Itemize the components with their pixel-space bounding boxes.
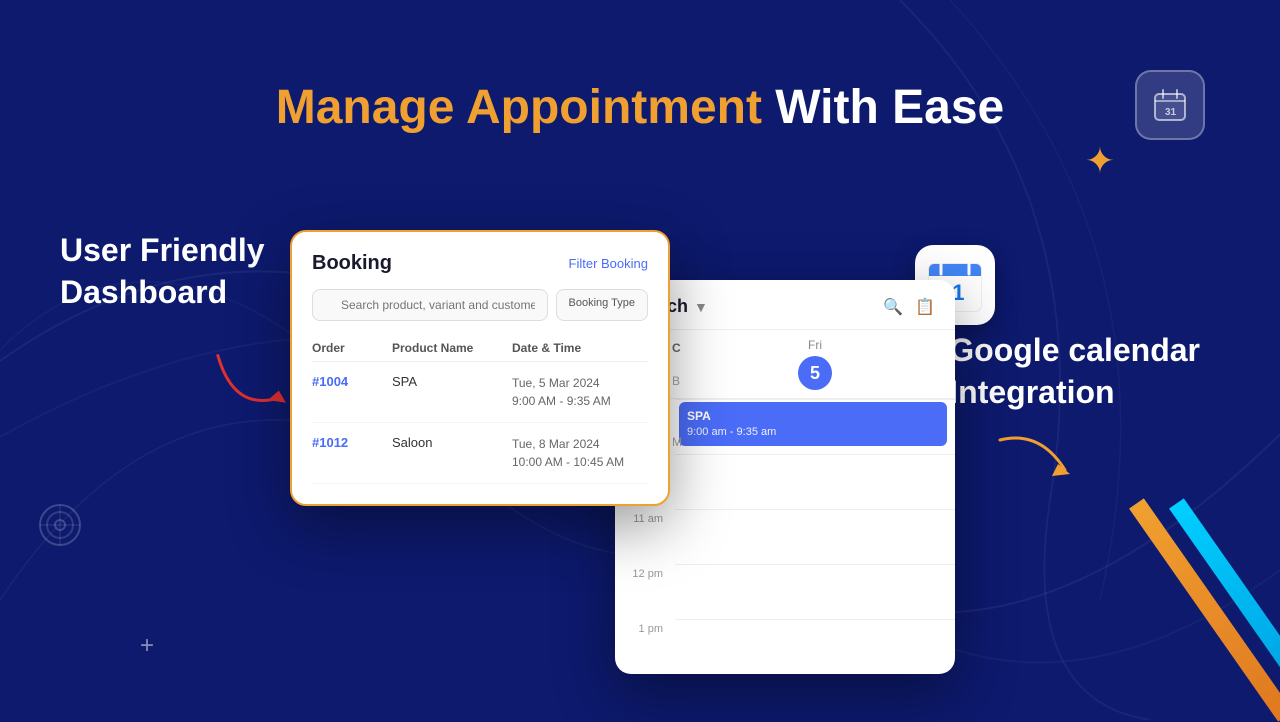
- time-area-9am: SPA 9:00 am - 9:35 am: [675, 399, 955, 454]
- time-slot-12pm: 12 pm: [615, 564, 955, 619]
- calendar-event-spa[interactable]: SPA 9:00 am - 9:35 am: [679, 402, 947, 446]
- table-row: #1004 SPA Tue, 5 Mar 20249:00 AM - 9:35 …: [312, 362, 648, 423]
- col-product: Product Name: [392, 341, 512, 355]
- col-datetime: Date & Time: [512, 341, 672, 355]
- booking-panel: Booking Filter Booking 🔍 Booking Type Or…: [290, 230, 670, 506]
- table-row: #1012 Saloon Tue, 8 Mar 202410:00 AM - 1…: [312, 423, 648, 484]
- event-time: 9:00 am - 9:35 am: [687, 425, 939, 440]
- left-section-text: User Friendly Dashboard: [60, 230, 265, 313]
- main-heading: Manage Appointment With Ease: [0, 80, 1280, 135]
- col-order: Order: [312, 341, 392, 355]
- day-column-header: Fri 5: [675, 330, 955, 398]
- time-slot-1pm: 1 pm: [615, 619, 955, 674]
- time-area-1pm: [675, 619, 955, 674]
- heading-white: With Ease: [762, 81, 1004, 134]
- right-section-text: Google calendar Integration: [949, 330, 1200, 413]
- datetime-2: Tue, 8 Mar 202410:00 AM - 10:45 AM: [512, 435, 672, 471]
- chevron-down-icon[interactable]: ▼: [694, 299, 708, 315]
- calendar-list-icon[interactable]: 📋: [915, 297, 935, 317]
- left-line1: User Friendly: [60, 230, 265, 272]
- time-label-11am: 11 am: [615, 509, 675, 525]
- right-line2: Integration: [949, 372, 1200, 414]
- heading-orange: Manage Appointment: [276, 81, 762, 134]
- order-1012[interactable]: #1012: [312, 435, 392, 450]
- time-label-1pm: 1 pm: [615, 619, 675, 635]
- decorative-icon-bottom-left: [35, 500, 85, 560]
- left-line2: Dashboard: [60, 272, 265, 314]
- col-extra: C: [672, 341, 702, 355]
- booking-title: Booking: [312, 252, 392, 275]
- extra-1: B: [672, 374, 702, 388]
- table-header: Order Product Name Date & Time C: [312, 335, 648, 362]
- order-1004[interactable]: #1004: [312, 374, 392, 389]
- extra-2: M: [672, 435, 702, 449]
- time-area-12pm: [675, 564, 955, 619]
- event-title: SPA: [687, 408, 939, 425]
- time-area-11am: [675, 509, 955, 564]
- booking-type-button[interactable]: Booking Type: [556, 289, 648, 321]
- time-slot-11am: 11 am: [615, 509, 955, 564]
- filter-booking-link[interactable]: Filter Booking: [569, 256, 648, 271]
- datetime-1: Tue, 5 Mar 20249:00 AM - 9:35 AM: [512, 374, 672, 410]
- time-area-10am: [675, 454, 955, 509]
- calendar-search-icon[interactable]: 🔍: [883, 297, 903, 317]
- product-saloon: Saloon: [392, 435, 512, 450]
- sparkle-decoration: ✦: [1085, 140, 1115, 182]
- search-input[interactable]: [312, 289, 548, 321]
- product-spa: SPA: [392, 374, 512, 389]
- booking-header: Booking Filter Booking: [312, 252, 648, 275]
- day-number: 5: [798, 356, 832, 390]
- day-name: Fri: [808, 338, 822, 352]
- arrow-right: [990, 430, 1080, 490]
- time-label-12pm: 12 pm: [615, 564, 675, 580]
- crosshair-decoration: +: [140, 632, 154, 660]
- search-wrapper: 🔍: [312, 289, 548, 321]
- calendar-header-icons: 🔍 📋: [883, 297, 935, 317]
- right-line1: Google calendar: [949, 330, 1200, 372]
- search-bar: 🔍 Booking Type: [312, 289, 648, 321]
